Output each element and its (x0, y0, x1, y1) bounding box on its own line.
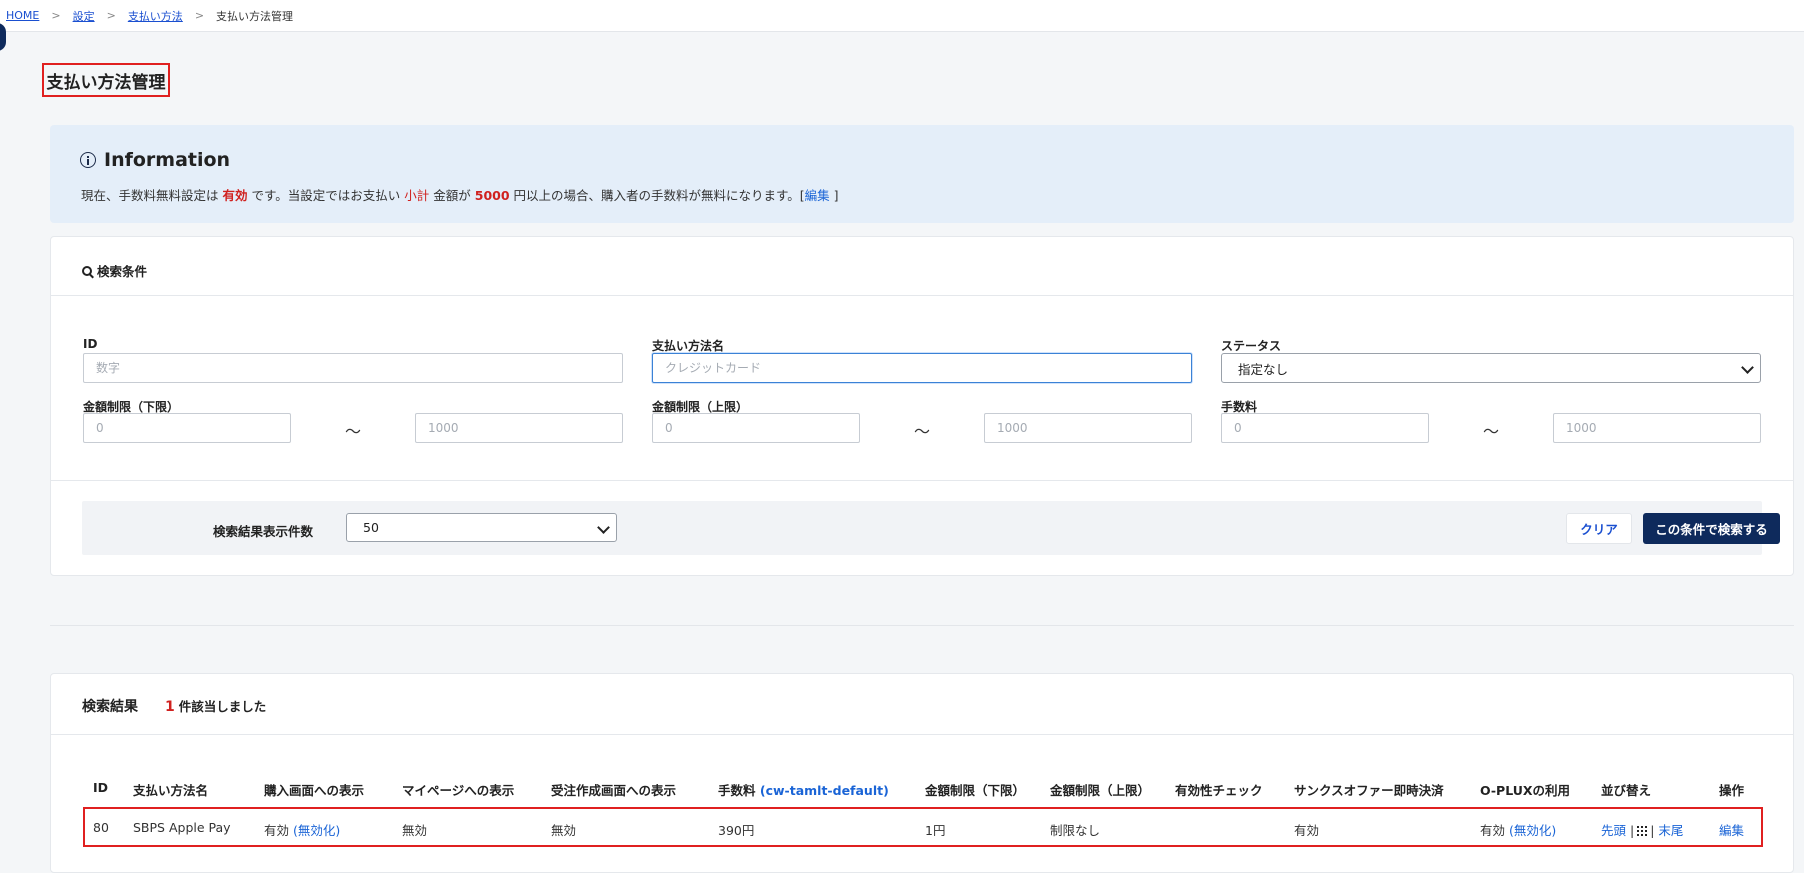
id-input[interactable] (83, 353, 623, 383)
cell-oplux: 有効 (無効化) (1480, 820, 1556, 839)
status-select-value: 指定なし (1238, 361, 1289, 377)
info-text: です。当設定ではお支払い (251, 188, 401, 203)
section-divider (50, 625, 1794, 626)
cell-mypage: 無効 (402, 823, 428, 838)
info-text: ] (833, 188, 839, 203)
cell-purchase: 有効 (無効化) (264, 820, 340, 839)
breadcrumb-current: 支払い方法管理 (216, 9, 294, 23)
result-count-label: 検索結果表示件数 (213, 524, 314, 539)
result-count-select[interactable]: 50 (346, 513, 617, 542)
page-title: 支払い方法管理 (42, 63, 170, 97)
result-count-value: 50 (363, 520, 379, 535)
sidebar-toggle-button[interactable] (0, 23, 6, 51)
id-label: ID (83, 337, 98, 351)
breadcrumb-separator: > (106, 9, 116, 22)
info-text: 円以上の場合、購入者の手数料が無料になります。[ (513, 188, 805, 203)
column-header-max: 金額制限（上限） (1050, 783, 1151, 798)
results-count: 1 (165, 699, 175, 715)
drag-handle-icon[interactable] (1637, 826, 1648, 836)
cell-min: 1円 (925, 823, 946, 838)
cell-ops: 編集 (1719, 820, 1744, 839)
cell-id: 80 (93, 820, 109, 835)
free-fee-status: 有効 (222, 188, 248, 203)
purchase-status: 有効 (264, 823, 290, 838)
column-header-mypage: マイページへの表示 (402, 783, 515, 798)
chevron-down-icon (597, 521, 610, 534)
column-header-purchase: 購入画面への表示 (264, 783, 365, 798)
column-header-min: 金額制限（下限） (925, 783, 1026, 798)
status-select[interactable]: 指定なし (1221, 353, 1761, 383)
purchase-disable-link[interactable]: (無効化) (293, 823, 340, 838)
cell-sort: 先頭 | | 末尾 (1601, 820, 1683, 839)
results-title: 検索結果 (82, 699, 138, 715)
info-icon (80, 152, 96, 168)
information-message: 現在、手数料無料設定は 有効 です。当設定ではお支払い 小計 金額が 5000 … (81, 185, 839, 204)
payment-name-label: 支払い方法名 (652, 339, 725, 353)
sort-separator: | (1630, 823, 1635, 838)
information-panel: Information 現在、手数料無料設定は 有効 です。当設定ではお支払い … (50, 125, 1794, 223)
sort-separator: | (1650, 823, 1655, 838)
range-separator: ～ (914, 422, 931, 441)
free-fee-amount: 5000 (474, 188, 510, 203)
divider (51, 480, 1793, 481)
breadcrumb-home[interactable]: HOME (6, 9, 39, 22)
fee-from-input[interactable] (1221, 413, 1429, 443)
oplux-status: 有効 (1480, 823, 1506, 838)
oplux-disable-link[interactable]: (無効化) (1509, 823, 1556, 838)
search-icon (82, 265, 92, 276)
breadcrumb-settings[interactable]: 設定 (73, 8, 95, 24)
information-heading: Information (80, 149, 230, 171)
sort-last-link[interactable]: 末尾 (1658, 823, 1683, 838)
divider (51, 295, 1793, 296)
column-header-name: 支払い方法名 (133, 783, 209, 798)
search-panel: 検索条件 ID 支払い方法名 ステータス 指定なし 金額制限（下限） ～ 金額制… (50, 236, 1794, 576)
edit-link[interactable]: 編集 (1719, 823, 1744, 838)
column-header-sort: 並び替え (1601, 783, 1652, 798)
results-heading: 検索結果 1 件該当しました (82, 696, 266, 716)
search-actions-bar: 検索結果表示件数 50 クリア この条件で検索する (82, 501, 1780, 555)
divider (51, 734, 1793, 735)
column-header-fee: 手数料 (cw-tamlt-default) (718, 780, 889, 799)
column-header-check: 有効性チェック (1175, 783, 1263, 798)
breadcrumb-separator: > (194, 9, 205, 22)
chevron-down-icon (1741, 361, 1754, 374)
status-label: ステータス (1221, 339, 1282, 353)
max-amount-to-input[interactable] (984, 413, 1192, 443)
min-amount-to-input[interactable] (415, 413, 623, 443)
column-header-id: ID (93, 780, 109, 795)
information-title: Information (104, 149, 231, 171)
column-header-thanks: サンクスオファー即時決済 (1294, 783, 1444, 798)
column-header-oplux: O-PLUXの利用 (1480, 783, 1571, 798)
breadcrumb: HOME > 設定 > 支払い方法 > 支払い方法管理 (0, 0, 1804, 32)
subtotal-text: 小計 (404, 188, 430, 203)
search-submit-button[interactable]: この条件で検索する (1643, 513, 1780, 544)
fee-to-input[interactable] (1553, 413, 1761, 443)
column-header-ops: 操作 (1719, 783, 1745, 798)
cell-max: 制限なし (1050, 823, 1101, 838)
min-amount-from-input[interactable] (83, 413, 291, 443)
fee-header-label: 手数料 (718, 783, 756, 798)
info-text: 現在、手数料無料設定は (81, 188, 219, 203)
breadcrumb-separator: > (51, 9, 61, 22)
cell-name: SBPS Apple Pay (133, 820, 231, 835)
fee-header-tag: (cw-tamlt-default) (759, 783, 889, 798)
range-separator: ～ (1483, 422, 1500, 441)
range-separator: ～ (345, 422, 362, 441)
max-amount-from-input[interactable] (652, 413, 860, 443)
cell-fee: 390円 (718, 823, 755, 838)
search-title: 検索条件 (97, 264, 148, 279)
results-count-suffix: 件該当しました (178, 699, 267, 714)
cell-order: 無効 (551, 823, 577, 838)
info-text: 金額が (433, 188, 471, 203)
payment-name-input[interactable] (652, 353, 1192, 383)
info-edit-link[interactable]: 編集 (805, 188, 830, 203)
sort-first-link[interactable]: 先頭 (1601, 823, 1626, 838)
breadcrumb-payment[interactable]: 支払い方法 (128, 8, 183, 24)
column-header-order: 受注作成画面への表示 (551, 783, 677, 798)
search-heading: 検索条件 (82, 261, 147, 280)
results-panel: 検索結果 1 件該当しました ID 支払い方法名 購入画面への表示 マイページへ… (50, 673, 1794, 873)
cell-thanks: 有効 (1294, 823, 1320, 838)
clear-button[interactable]: クリア (1566, 513, 1632, 544)
